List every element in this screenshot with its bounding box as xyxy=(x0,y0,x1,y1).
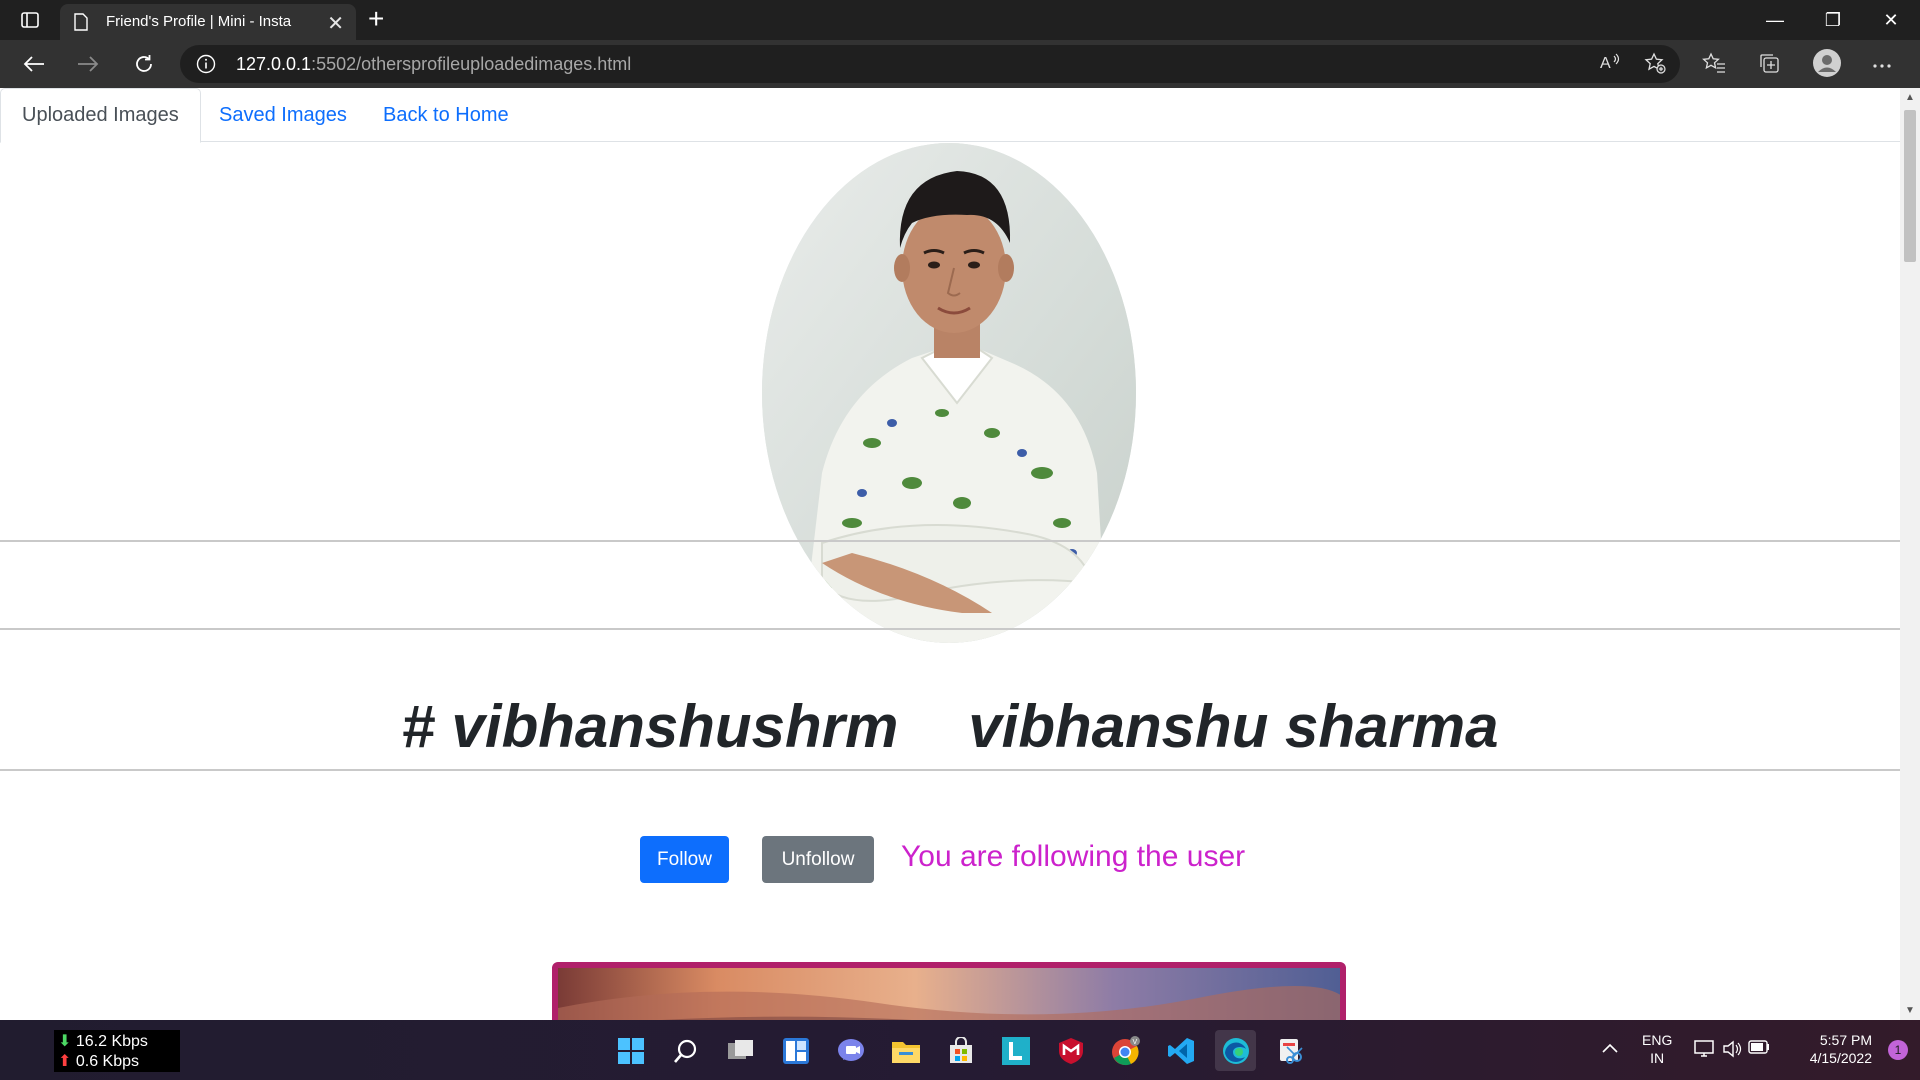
teams-chat-icon[interactable] xyxy=(830,1030,871,1071)
task-view-icon[interactable] xyxy=(720,1030,761,1071)
clock-date: 4/15/2022 xyxy=(1809,1050,1872,1066)
refresh-button[interactable] xyxy=(128,48,160,80)
profile-photo xyxy=(762,143,1136,643)
notification-badge[interactable]: 1 xyxy=(1888,1040,1908,1060)
edge-icon[interactable] xyxy=(1215,1030,1256,1071)
follow-status-text: You are following the user xyxy=(901,840,1246,873)
browser-titlebar: Friend's Profile | Mini - Insta ✕ + — ❐ … xyxy=(0,0,1920,40)
forward-button[interactable] xyxy=(72,48,104,80)
divider-top xyxy=(0,540,1900,542)
scroll-thumb[interactable] xyxy=(1904,110,1916,262)
region-code: IN xyxy=(1650,1050,1665,1066)
download-speed: 16.2 Kbps xyxy=(75,1033,148,1050)
scroll-up-icon[interactable]: ▲ xyxy=(1905,92,1915,103)
svg-text:A: A xyxy=(1600,55,1611,72)
language-indicator[interactable]: ENG IN xyxy=(1642,1031,1672,1067)
favorites-icon[interactable] xyxy=(1702,52,1726,80)
page-content: Uploaded Images Saved Images Back to Hom… xyxy=(0,88,1900,1020)
url-text: 127.0.0.1:5502/othersprofileuploadedimag… xyxy=(236,54,631,75)
tab-close-icon[interactable]: ✕ xyxy=(327,11,344,36)
upload-speed: 0.6 Kbps xyxy=(75,1053,140,1070)
clock[interactable]: 5:57 PM 4/15/2022 xyxy=(1790,1031,1872,1067)
mcafee-icon[interactable] xyxy=(1050,1030,1091,1071)
new-tab-button[interactable]: + xyxy=(368,5,384,33)
tab-actions-icon[interactable] xyxy=(14,8,46,32)
file-explorer-icon[interactable] xyxy=(885,1030,926,1071)
windows-taskbar: ⬇ 16.2 Kbps ⬆ 0.6 Kbps V ENG IN 5:57 PM … xyxy=(0,1020,1920,1080)
network-speed-meter: ⬇ 16.2 Kbps ⬆ 0.6 Kbps xyxy=(54,1030,180,1072)
read-aloud-icon[interactable]: A xyxy=(1600,52,1622,78)
refresh-icon xyxy=(136,55,152,72)
page-scrollbar[interactable]: ▲ ▼ xyxy=(1900,88,1920,1020)
address-bar-row: 127.0.0.1:5502/othersprofileuploadedimag… xyxy=(0,40,1920,88)
site-info-icon[interactable] xyxy=(196,54,216,79)
url-host: 127.0.0.1 xyxy=(236,54,312,74)
scroll-down-icon[interactable]: ▼ xyxy=(1905,1005,1915,1016)
forward-arrow-icon xyxy=(78,56,99,72)
vscode-icon[interactable] xyxy=(1160,1030,1201,1071)
url-path: :5502/othersprofileuploadedimages.html xyxy=(311,54,632,74)
follow-button[interactable]: Follow xyxy=(640,836,729,883)
show-hidden-icons-icon[interactable] xyxy=(1602,1040,1618,1056)
profile-avatar xyxy=(762,143,1136,643)
add-favorite-icon[interactable] xyxy=(1644,52,1666,80)
chrome-icon[interactable]: V xyxy=(1105,1030,1146,1071)
unfollow-button[interactable]: Unfollow xyxy=(762,836,874,883)
tab-back-to-home[interactable]: Back to Home xyxy=(362,88,530,142)
microsoft-store-icon[interactable] xyxy=(940,1030,981,1071)
search-icon[interactable] xyxy=(665,1030,706,1071)
browser-tab[interactable]: Friend's Profile | Mini - Insta ✕ xyxy=(60,4,356,40)
volume-icon[interactable] xyxy=(1722,1040,1742,1061)
uploaded-image xyxy=(558,968,1340,1020)
username: # vibhanshushrm xyxy=(401,693,899,760)
close-window-button[interactable]: ✕ xyxy=(1862,0,1920,40)
full-name: vibhanshu sharma xyxy=(968,693,1499,760)
widgets-icon[interactable] xyxy=(775,1030,816,1071)
back-arrow-icon xyxy=(23,56,44,72)
back-button[interactable] xyxy=(18,48,50,80)
svg-text:V: V xyxy=(1132,1039,1137,1046)
window-controls: — ❐ ✕ xyxy=(1746,0,1920,40)
profile-names: # vibhanshushrm vibhanshu sharma xyxy=(0,692,1900,761)
restore-button[interactable]: ❐ xyxy=(1804,0,1862,40)
page-icon xyxy=(74,13,88,35)
minimize-button[interactable]: — xyxy=(1746,0,1804,40)
battery-icon[interactable] xyxy=(1748,1040,1770,1057)
divider-middle xyxy=(0,628,1900,630)
more-options-icon[interactable] xyxy=(1872,52,1892,75)
clock-time: 5:57 PM xyxy=(1819,1032,1872,1048)
profile-avatar-icon[interactable] xyxy=(1812,48,1842,84)
nav-tabs: Uploaded Images Saved Images Back to Hom… xyxy=(0,88,1900,143)
upload-arrow-icon: ⬆ xyxy=(58,1053,72,1070)
divider-bottom xyxy=(0,769,1900,771)
tab-uploaded-images[interactable]: Uploaded Images xyxy=(0,88,201,143)
tab-saved-images[interactable]: Saved Images xyxy=(198,88,368,142)
network-icon[interactable] xyxy=(1694,1040,1716,1061)
windows-start-icon[interactable] xyxy=(610,1030,651,1071)
language-code: ENG xyxy=(1642,1032,1673,1048)
tab-title: Friend's Profile | Mini - Insta xyxy=(106,13,292,30)
url-input[interactable]: 127.0.0.1:5502/othersprofileuploadedimag… xyxy=(180,45,1680,83)
taskbar-apps: V xyxy=(610,1030,1311,1071)
l-app-icon[interactable] xyxy=(995,1030,1036,1071)
download-arrow-icon: ⬇ xyxy=(58,1033,72,1050)
collections-icon[interactable] xyxy=(1758,52,1780,80)
uploaded-image-post[interactable] xyxy=(552,962,1346,1020)
snipping-tool-icon[interactable] xyxy=(1270,1030,1311,1071)
